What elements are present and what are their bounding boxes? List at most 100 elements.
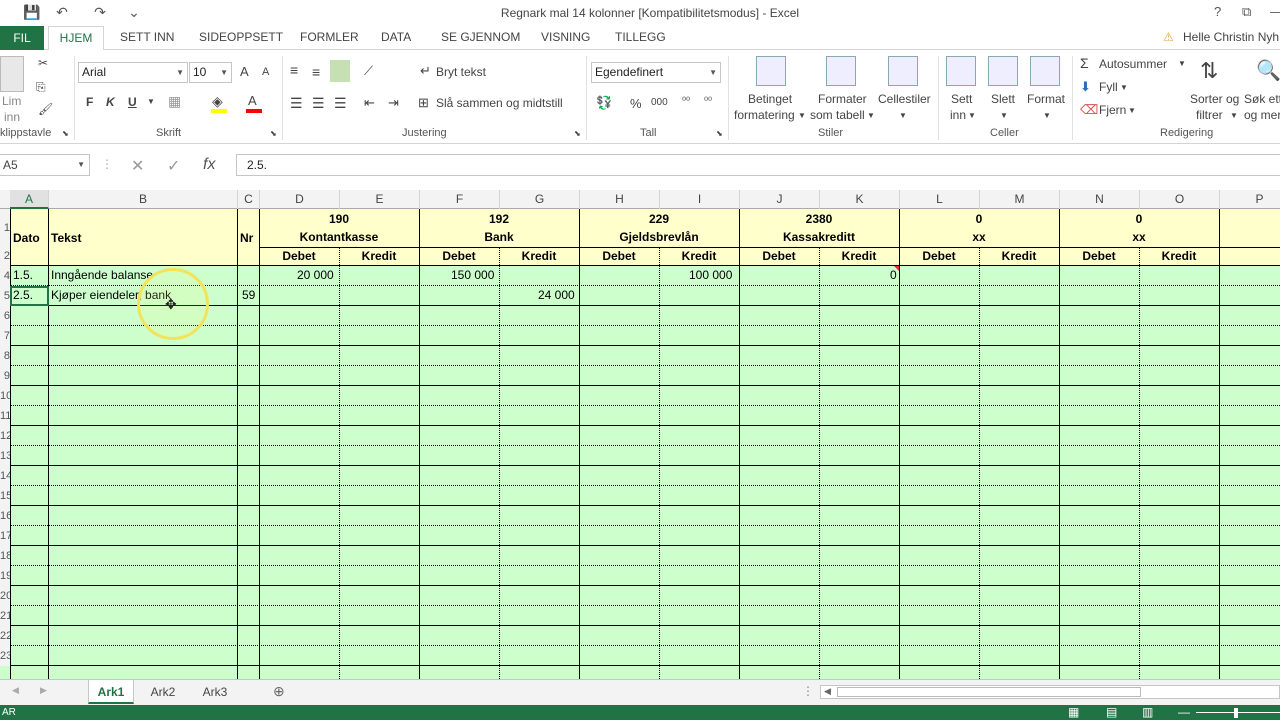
- row1-dato[interactable]: 1.5.: [13, 266, 33, 284]
- insert-function-icon[interactable]: fx: [203, 156, 215, 174]
- tab-addins[interactable]: TILLEGG: [615, 30, 666, 44]
- alignment-launcher-icon[interactable]: ⬊: [574, 129, 581, 138]
- insert-cells-button[interactable]: Sett: [951, 92, 972, 106]
- clear-button[interactable]: Fjern: [1099, 103, 1126, 117]
- row-header[interactable]: 13: [0, 446, 10, 466]
- next-sheet-icon[interactable]: ▶: [40, 685, 47, 696]
- merge-center-button[interactable]: Slå sammen og midtstill: [436, 96, 563, 110]
- account-header[interactable]: 229 Gjeldsbrevlån: [579, 209, 739, 246]
- tab-formulas[interactable]: FORMLER: [300, 30, 359, 44]
- grow-font-button[interactable]: A: [240, 64, 249, 79]
- wrap-text-icon[interactable]: ↵: [420, 63, 431, 79]
- tab-insert[interactable]: SETT INN: [120, 30, 174, 44]
- underline-button[interactable]: U: [128, 95, 137, 109]
- decrease-decimal-icon[interactable]: ⁰⁰: [704, 96, 712, 107]
- format-cells-button[interactable]: Format: [1027, 92, 1065, 106]
- normal-view-icon[interactable]: ▦: [1068, 705, 1079, 719]
- tab-page-layout[interactable]: SIDEOPPSETT: [199, 30, 283, 44]
- autosum-button[interactable]: Autosummer: [1099, 57, 1167, 71]
- account-header[interactable]: 0 xx: [1059, 209, 1219, 246]
- row1-kontantkasse-debet[interactable]: 20 000: [297, 266, 334, 284]
- eraser-icon[interactable]: ⌫: [1080, 102, 1098, 118]
- copy-icon[interactable]: ⎘: [36, 80, 46, 95]
- account-header[interactable]: 2380 Kassakreditt: [739, 209, 899, 246]
- decrease-indent-icon[interactable]: ⇤: [364, 95, 375, 111]
- tab-splitter-icon[interactable]: ⋮: [802, 684, 814, 698]
- row-header[interactable]: 15: [0, 486, 10, 506]
- align-right-icon[interactable]: ☰: [334, 95, 347, 112]
- row-header[interactable]: 16: [0, 506, 10, 526]
- ribbon-display-icon[interactable]: ⧉: [1242, 4, 1251, 20]
- page-break-view-icon[interactable]: ▥: [1142, 705, 1153, 719]
- cell-styles-button[interactable]: Cellestiler: [878, 92, 931, 106]
- tab-home[interactable]: HJEM: [48, 26, 104, 51]
- align-center-icon[interactable]: ☰: [312, 95, 325, 112]
- column-header-p[interactable]: P: [1220, 190, 1280, 209]
- user-name[interactable]: Helle Christin Nyh: [1183, 30, 1279, 44]
- row-header[interactable]: 23: [0, 646, 10, 666]
- formula-input[interactable]: 2.5.: [236, 154, 1280, 176]
- increase-indent-icon[interactable]: ⇥: [388, 95, 399, 111]
- font-launcher-icon[interactable]: ⬊: [270, 129, 277, 138]
- account-header[interactable]: 190 Kontantkasse: [259, 209, 419, 246]
- row-header[interactable]: 22: [0, 626, 10, 646]
- increase-decimal-icon[interactable]: ⁰⁰: [682, 96, 690, 107]
- cell-styles-icon[interactable]: [888, 56, 918, 86]
- zoom-out-icon[interactable]: —: [1178, 705, 1190, 719]
- accounting-format-icon[interactable]: 💱: [596, 95, 612, 111]
- row-header[interactable]: 2: [0, 247, 10, 266]
- row1-gjeldsbrevlan-kredit[interactable]: 100 000: [689, 266, 732, 284]
- sheet-tab-ark2[interactable]: Ark2: [140, 680, 186, 704]
- account-header[interactable]: 192 Bank: [419, 209, 579, 246]
- dato-header[interactable]: Dato: [13, 229, 40, 247]
- column-header-k[interactable]: K: [820, 190, 900, 209]
- paste-label[interactable]: Lim: [2, 94, 21, 108]
- comment-indicator[interactable]: [894, 266, 899, 271]
- clipboard-launcher-icon[interactable]: ⬊: [62, 129, 69, 138]
- tab-data[interactable]: DATA: [381, 30, 411, 44]
- column-header-f[interactable]: F: [420, 190, 500, 209]
- horizontal-scrollbar[interactable]: ◀: [820, 685, 1280, 699]
- debet-header[interactable]: Debet: [1059, 247, 1139, 265]
- row-header[interactable]: 17: [0, 526, 10, 546]
- align-left-icon[interactable]: ☰: [290, 95, 303, 112]
- kredit-header[interactable]: Kredit: [1139, 247, 1219, 265]
- fill-down-icon[interactable]: ⬇: [1080, 79, 1091, 95]
- bold-button[interactable]: F: [86, 95, 93, 109]
- format-as-table-button[interactable]: Formater: [818, 92, 867, 106]
- row-header[interactable]: 4: [0, 266, 10, 286]
- font-color-icon[interactable]: A: [248, 93, 257, 108]
- name-box[interactable]: A5 ▼: [0, 154, 90, 176]
- tekst-header[interactable]: Tekst: [51, 229, 81, 247]
- row-header[interactable]: 1: [0, 209, 10, 247]
- column-header-h[interactable]: H: [580, 190, 660, 209]
- merge-icon[interactable]: ⊞: [418, 95, 429, 111]
- sort-filter-icon[interactable]: ⇅: [1200, 58, 1218, 84]
- conditional-formatting-button[interactable]: Betinget: [748, 92, 792, 106]
- delete-cells-button[interactable]: Slett: [991, 92, 1015, 106]
- row-header[interactable]: 14: [0, 466, 10, 486]
- kredit-header[interactable]: Kredit: [499, 247, 579, 265]
- fill-color-icon[interactable]: ◈: [212, 93, 223, 110]
- row-header[interactable]: 7: [0, 326, 10, 346]
- italic-button[interactable]: K: [106, 95, 115, 109]
- borders-icon[interactable]: ▦: [168, 93, 181, 110]
- font-name-combo[interactable]: Arial ▼: [78, 62, 188, 83]
- tab-file[interactable]: FIL: [0, 26, 44, 50]
- row-header[interactable]: 18: [0, 546, 10, 566]
- nr-header[interactable]: Nr: [240, 229, 253, 247]
- add-sheet-icon[interactable]: ⊕: [273, 683, 285, 700]
- row1-bank-debet[interactable]: 150 000: [451, 266, 494, 284]
- wrap-text-button[interactable]: Bryt tekst: [436, 65, 486, 79]
- kredit-header[interactable]: Kredit: [979, 247, 1059, 265]
- chevron-down-icon[interactable]: ▼: [147, 97, 155, 106]
- conditional-formatting-icon[interactable]: [756, 56, 786, 86]
- column-header-o[interactable]: O: [1140, 190, 1220, 209]
- scrollbar-thumb[interactable]: [837, 687, 1141, 697]
- shrink-font-button[interactable]: A: [262, 66, 269, 78]
- binoculars-icon[interactable]: 🔍: [1256, 58, 1280, 83]
- column-header-e[interactable]: E: [340, 190, 420, 209]
- row1-tekst[interactable]: Inngående balanse: [51, 266, 153, 284]
- column-header-n[interactable]: N: [1060, 190, 1140, 209]
- autosum-icon[interactable]: Σ: [1080, 55, 1089, 71]
